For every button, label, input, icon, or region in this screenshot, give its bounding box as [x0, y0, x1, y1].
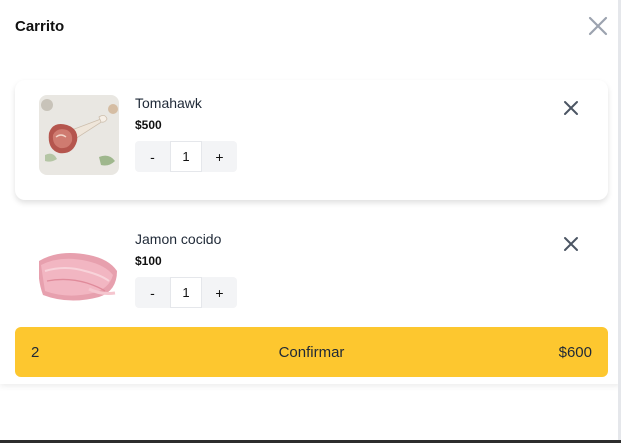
decrement-button[interactable]: - [135, 141, 170, 172]
confirm-button[interactable]: 2 Confirmar $600 [15, 327, 608, 377]
cart-total: $600 [558, 343, 592, 361]
quantity-value[interactable]: 1 [170, 277, 202, 308]
quantity-stepper: - 1 + [135, 277, 237, 308]
item-name: Tomahawk [135, 95, 202, 111]
remove-icon[interactable] [562, 235, 580, 253]
cart-title: Carrito [15, 18, 65, 35]
confirm-label: Confirmar [278, 343, 345, 361]
increment-button[interactable]: + [202, 277, 237, 308]
decrement-button[interactable]: - [135, 277, 170, 308]
cart-item: Tomahawk $500 - 1 + [15, 80, 608, 200]
cart-item: Jamon cocido $100 - 1 + [15, 216, 608, 336]
quantity-stepper: - 1 + [135, 141, 237, 172]
quantity-value[interactable]: 1 [170, 141, 202, 172]
increment-button[interactable]: + [202, 141, 237, 172]
item-price: $100 [135, 254, 162, 268]
close-icon[interactable] [586, 14, 610, 38]
ham-slices-image [39, 231, 119, 311]
item-name: Jamon cocido [135, 231, 222, 247]
cart-item-count: 2 [31, 343, 40, 361]
cart-panel: Carrito Tomahawk $500 - 1 + Jamon cocido… [0, 0, 621, 384]
item-price: $500 [135, 118, 162, 132]
remove-icon[interactable] [562, 99, 580, 117]
tomahawk-steak-image [39, 95, 119, 175]
